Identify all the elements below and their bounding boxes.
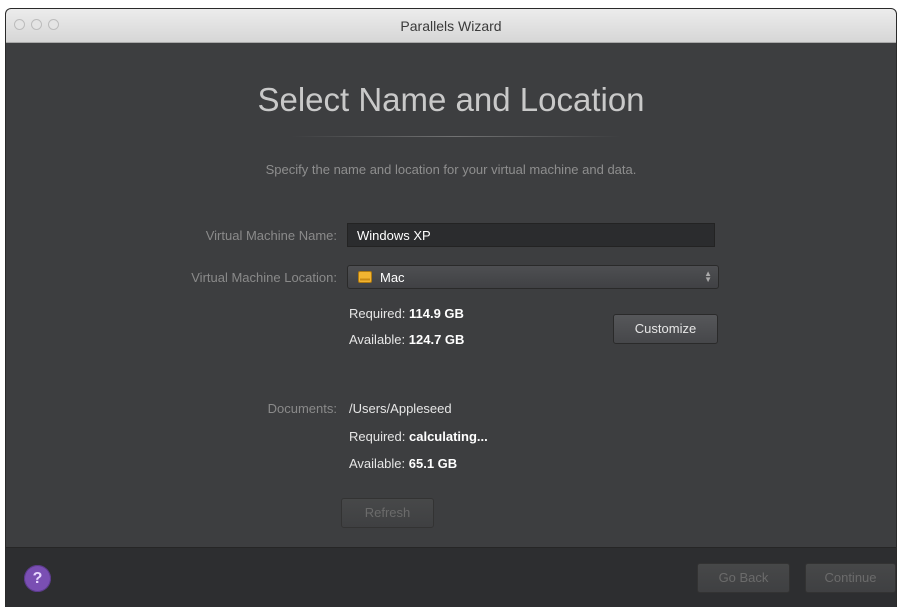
doc-required-value: calculating... <box>409 429 488 444</box>
vm-location-label: Virtual Machine Location: <box>191 270 337 285</box>
doc-available-value: 65.1 GB <box>408 456 458 471</box>
heading-divider <box>291 136 621 137</box>
page-heading: Select Name and Location <box>257 81 645 118</box>
doc-required-label: Required: <box>349 429 406 444</box>
vm-location-value: Mac <box>380 270 405 285</box>
vm-available-label: Available: <box>349 332 406 347</box>
doc-available-label: Available: <box>349 456 406 471</box>
help-icon[interactable]: ? <box>24 565 51 592</box>
vm-available-value: 124.7 GB <box>408 332 465 347</box>
title-bar: Parallels Wizard <box>6 9 896 43</box>
continue-button[interactable]: Continue <box>805 563 896 593</box>
doc-available-info: Available: 65.1 GB <box>349 456 457 471</box>
updown-icon: ▲ ▼ <box>704 269 712 284</box>
customize-button[interactable]: Customize <box>613 314 718 344</box>
hard-drive-icon <box>358 271 372 283</box>
vm-required-label: Required: <box>349 306 406 321</box>
doc-required-info: Required: calculating... <box>349 429 488 444</box>
page-subtitle: Specify the name and location for your v… <box>265 162 637 177</box>
vm-name-input[interactable] <box>347 223 715 247</box>
parallels-wizard-window: Parallels Wizard Select Name and Locatio… <box>6 9 896 607</box>
go-back-button[interactable]: Go Back <box>697 563 790 593</box>
vm-name-label: Virtual Machine Name: <box>205 228 337 243</box>
refresh-button[interactable]: Refresh <box>341 498 434 528</box>
bottom-bar: ? Go Back Continue <box>6 547 896 607</box>
documents-label: Documents: <box>267 401 337 416</box>
vm-location-select[interactable]: Mac ▲ ▼ <box>347 265 719 289</box>
vm-required-info: Required: 114.9 GB <box>349 306 464 321</box>
window-title: Parallels Wizard <box>400 18 502 34</box>
vm-available-info: Available: 124.7 GB <box>349 332 464 347</box>
vm-required-value: 114.9 GB <box>409 306 464 321</box>
documents-path: /Users/Appleseed <box>349 401 452 416</box>
